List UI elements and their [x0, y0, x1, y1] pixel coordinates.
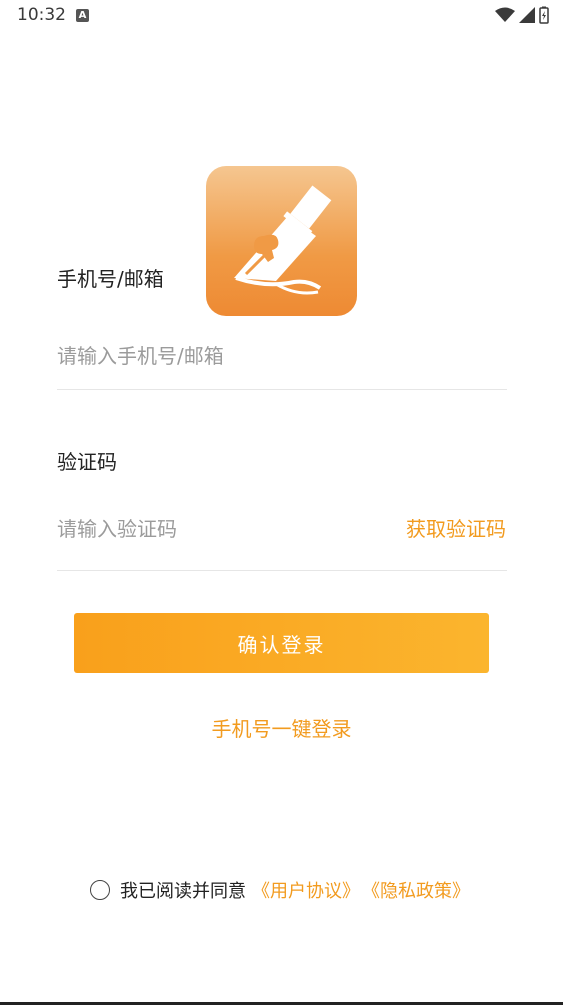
- get-code-button[interactable]: 获取验证码: [406, 513, 506, 542]
- app-logo-pen-icon: [234, 185, 332, 295]
- privacy-policy-link[interactable]: 《隐私政策》: [362, 877, 470, 903]
- phone-email-input[interactable]: 请输入手机号/邮箱: [57, 340, 224, 369]
- agreement-row: 我已阅读并同意 《用户协议》 《隐私政策》: [90, 877, 470, 903]
- phone-email-divider: [57, 389, 507, 390]
- phone-email-label: 手机号/邮箱: [57, 267, 164, 291]
- one-key-login-link[interactable]: 手机号一键登录: [0, 713, 563, 742]
- status-icons: [495, 6, 549, 24]
- app-logo: [206, 166, 357, 316]
- verification-code-label: 验证码: [57, 450, 117, 474]
- wifi-icon: [495, 7, 515, 22]
- verification-code-divider: [57, 570, 507, 571]
- status-bar: 10:32 A: [0, 0, 563, 32]
- verification-code-input[interactable]: 请输入验证码: [57, 513, 177, 542]
- radio-unchecked-icon[interactable]: [90, 880, 110, 900]
- agreement-text: 我已阅读并同意: [120, 881, 246, 902]
- notification-a-icon: A: [76, 9, 89, 22]
- battery-icon: [539, 6, 549, 24]
- confirm-login-button[interactable]: 确认登录: [74, 613, 489, 673]
- user-agreement-link[interactable]: 《用户协议》: [252, 877, 360, 903]
- signal-icon: [519, 7, 535, 23]
- status-time: 10:32: [17, 5, 66, 25]
